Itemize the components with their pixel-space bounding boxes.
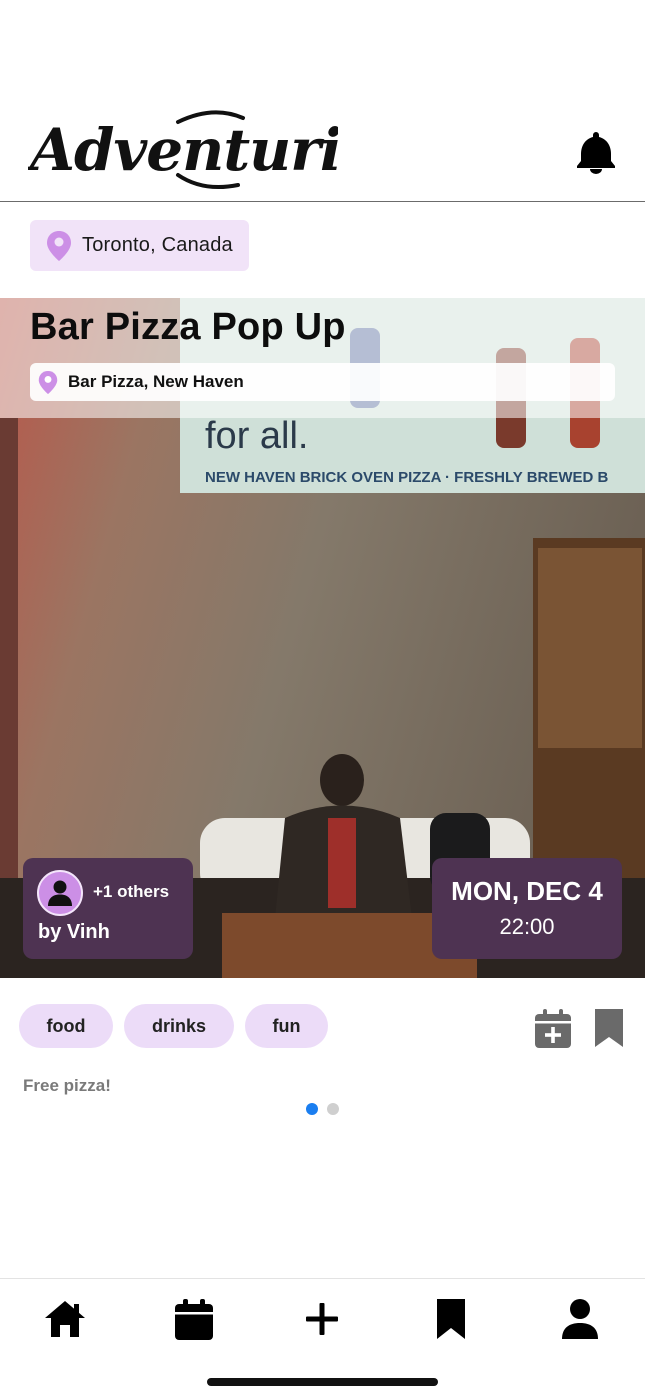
event-date: MON, DEC 4	[451, 876, 603, 906]
tag-chip[interactable]: drinks	[124, 1004, 234, 1048]
event-time: 22:00	[499, 914, 555, 939]
bookmark-icon[interactable]	[594, 1008, 624, 1048]
event-description: Free pizza!	[23, 1076, 111, 1095]
location-selector[interactable]: Toronto, Canada	[30, 220, 249, 271]
tag-chip[interactable]: fun	[245, 1004, 328, 1048]
app-logo: Adventurista	[28, 110, 338, 189]
home-icon[interactable]	[43, 1297, 87, 1341]
calendar-icon[interactable]	[172, 1297, 216, 1341]
event-title[interactable]: Bar Pizza Pop Up	[30, 306, 346, 349]
host-card[interactable]: +1 others by Vinh	[23, 858, 193, 959]
carousel-dot[interactable]	[327, 1103, 339, 1115]
saved-bookmark-icon[interactable]	[429, 1297, 473, 1341]
add-to-calendar-icon[interactable]	[535, 1008, 571, 1048]
app-header: Adventurista	[0, 0, 645, 202]
host-others-count: +1 others	[93, 882, 170, 901]
person-icon	[48, 880, 72, 906]
notification-bell-icon[interactable]	[575, 130, 617, 174]
add-event-icon[interactable]	[300, 1297, 344, 1341]
carousel-dots	[306, 1103, 339, 1115]
carousel-dot-active[interactable]	[306, 1103, 318, 1115]
location-pin-icon	[47, 230, 71, 261]
host-name: by Vinh	[38, 921, 110, 943]
avatar	[37, 870, 83, 916]
event-date-card: MON, DEC 4 22:00	[432, 858, 622, 959]
profile-icon[interactable]	[558, 1297, 602, 1341]
venue-label: Bar Pizza, New Haven	[68, 372, 244, 391]
poster-text: for all.	[205, 415, 308, 457]
logo-text: Adventurista	[28, 116, 338, 184]
tag-chip[interactable]: food	[19, 1004, 113, 1048]
venue-bar[interactable]: Bar Pizza, New Haven	[30, 363, 615, 401]
poster-caption: NEW HAVEN BRICK OVEN PIZZA · FRESHLY BRE…	[205, 469, 609, 486]
tag-list: food drinks fun	[19, 1004, 328, 1048]
venue-pin-icon	[38, 370, 58, 394]
location-label: Toronto, Canada	[82, 234, 233, 256]
home-indicator	[207, 1378, 438, 1386]
